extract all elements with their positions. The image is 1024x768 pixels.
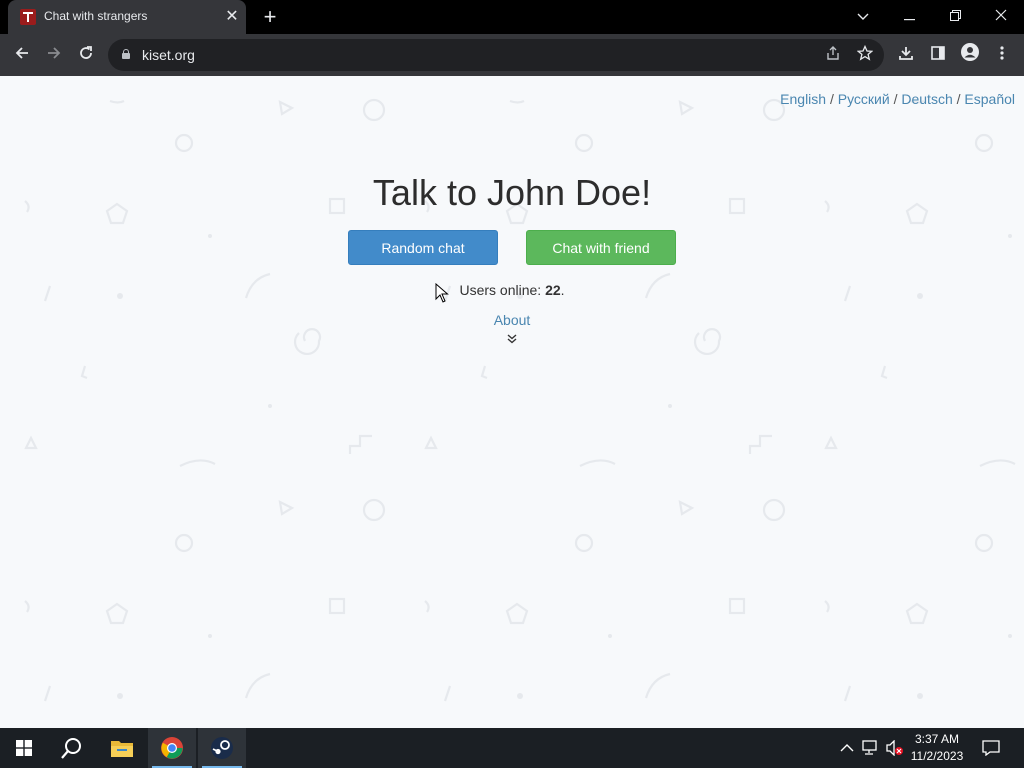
random-chat-button[interactable]: Random chat <box>348 230 498 265</box>
minimize-icon <box>903 19 915 21</box>
mouse-cursor-icon <box>435 283 449 303</box>
language-switcher: English / Русский / Deutsch / Español <box>780 91 1015 107</box>
page-headline: Talk to John Doe! <box>372 172 652 213</box>
lang-separator: / <box>829 91 834 107</box>
steam-taskbar-button[interactable] <box>198 728 246 768</box>
lang-separator: / <box>893 91 898 107</box>
tab-close-icon[interactable]: ✕ <box>222 7 242 27</box>
close-window-button[interactable] <box>978 0 1024 32</box>
chrome-icon <box>161 737 183 759</box>
new-tab-button[interactable]: + <box>258 5 282 29</box>
downloads-button[interactable] <box>893 42 919 68</box>
share-button[interactable] <box>820 42 846 68</box>
share-icon <box>827 46 839 60</box>
profile-avatar-icon <box>961 43 979 61</box>
tab-search-button[interactable] <box>840 0 886 32</box>
kebab-menu-icon <box>1000 46 1004 60</box>
restore-button[interactable] <box>932 0 978 32</box>
notification-icon <box>982 740 1000 756</box>
side-panel-icon <box>931 46 945 60</box>
download-icon <box>899 47 913 60</box>
address-bar[interactable]: kiset.org <box>108 39 884 71</box>
lang-russian-link[interactable]: Русский <box>838 91 890 107</box>
lang-spanish-link[interactable]: Español <box>964 91 1015 107</box>
menu-button[interactable] <box>989 42 1015 68</box>
about-link[interactable]: About <box>0 312 1024 328</box>
url-text[interactable]: kiset.org <box>142 47 195 63</box>
system-clock[interactable]: 3:37 AM 11/2/2023 <box>906 731 968 765</box>
bookmark-button[interactable] <box>852 42 878 68</box>
users-online-label: Users online: <box>459 282 542 298</box>
tab-title: Chat with strangers <box>44 9 148 23</box>
chevron-up-icon <box>840 744 854 752</box>
back-arrow-icon <box>15 47 28 59</box>
chevron-down-icon <box>857 13 869 20</box>
users-online-count: 22 <box>545 282 561 298</box>
windows-logo-icon <box>16 740 32 756</box>
tab-strip: Chat with strangers ✕ + <box>0 0 1024 34</box>
minimize-button[interactable] <box>886 0 932 32</box>
browser-tab[interactable]: Chat with strangers ✕ <box>8 0 246 34</box>
reload-icon <box>80 46 92 59</box>
profile-button[interactable] <box>957 42 983 68</box>
double-chevron-down-icon[interactable] <box>506 333 518 345</box>
network-icon <box>862 740 877 755</box>
lang-separator: / <box>956 91 961 107</box>
page-content: English / Русский / Deutsch / Español Ta… <box>0 76 1024 728</box>
site-favicon-icon <box>20 9 36 25</box>
users-online-suffix: . <box>560 282 565 298</box>
search-icon <box>61 738 81 759</box>
start-button[interactable] <box>0 728 48 768</box>
search-button[interactable] <box>48 728 96 768</box>
windows-taskbar: 3:37 AM 11/2/2023 <box>0 728 1024 768</box>
lang-english-link[interactable]: English <box>780 91 826 107</box>
lang-german-link[interactable]: Deutsch <box>901 91 952 107</box>
chrome-taskbar-button[interactable] <box>148 728 196 768</box>
users-online-status: Users online: 22. <box>0 282 1024 298</box>
back-button[interactable] <box>9 42 35 68</box>
star-icon <box>856 44 874 61</box>
volume-muted-icon <box>886 740 903 756</box>
forward-arrow-icon <box>48 47 61 59</box>
reload-button[interactable] <box>73 42 99 68</box>
clock-time: 3:37 AM <box>914 732 960 746</box>
restore-icon <box>949 10 961 21</box>
notifications-button[interactable] <box>978 728 1008 768</box>
file-explorer-icon <box>111 741 133 757</box>
lock-icon[interactable] <box>122 49 130 59</box>
chat-with-friend-button[interactable]: Chat with friend <box>526 230 676 265</box>
side-panel-button[interactable] <box>925 42 951 68</box>
browser-toolbar: kiset.org <box>0 34 1024 76</box>
forward-button[interactable] <box>41 42 67 68</box>
file-explorer-button[interactable] <box>98 728 146 768</box>
clock-date: 11/2/2023 <box>910 749 964 763</box>
close-icon <box>995 9 1007 21</box>
steam-icon <box>211 737 233 759</box>
